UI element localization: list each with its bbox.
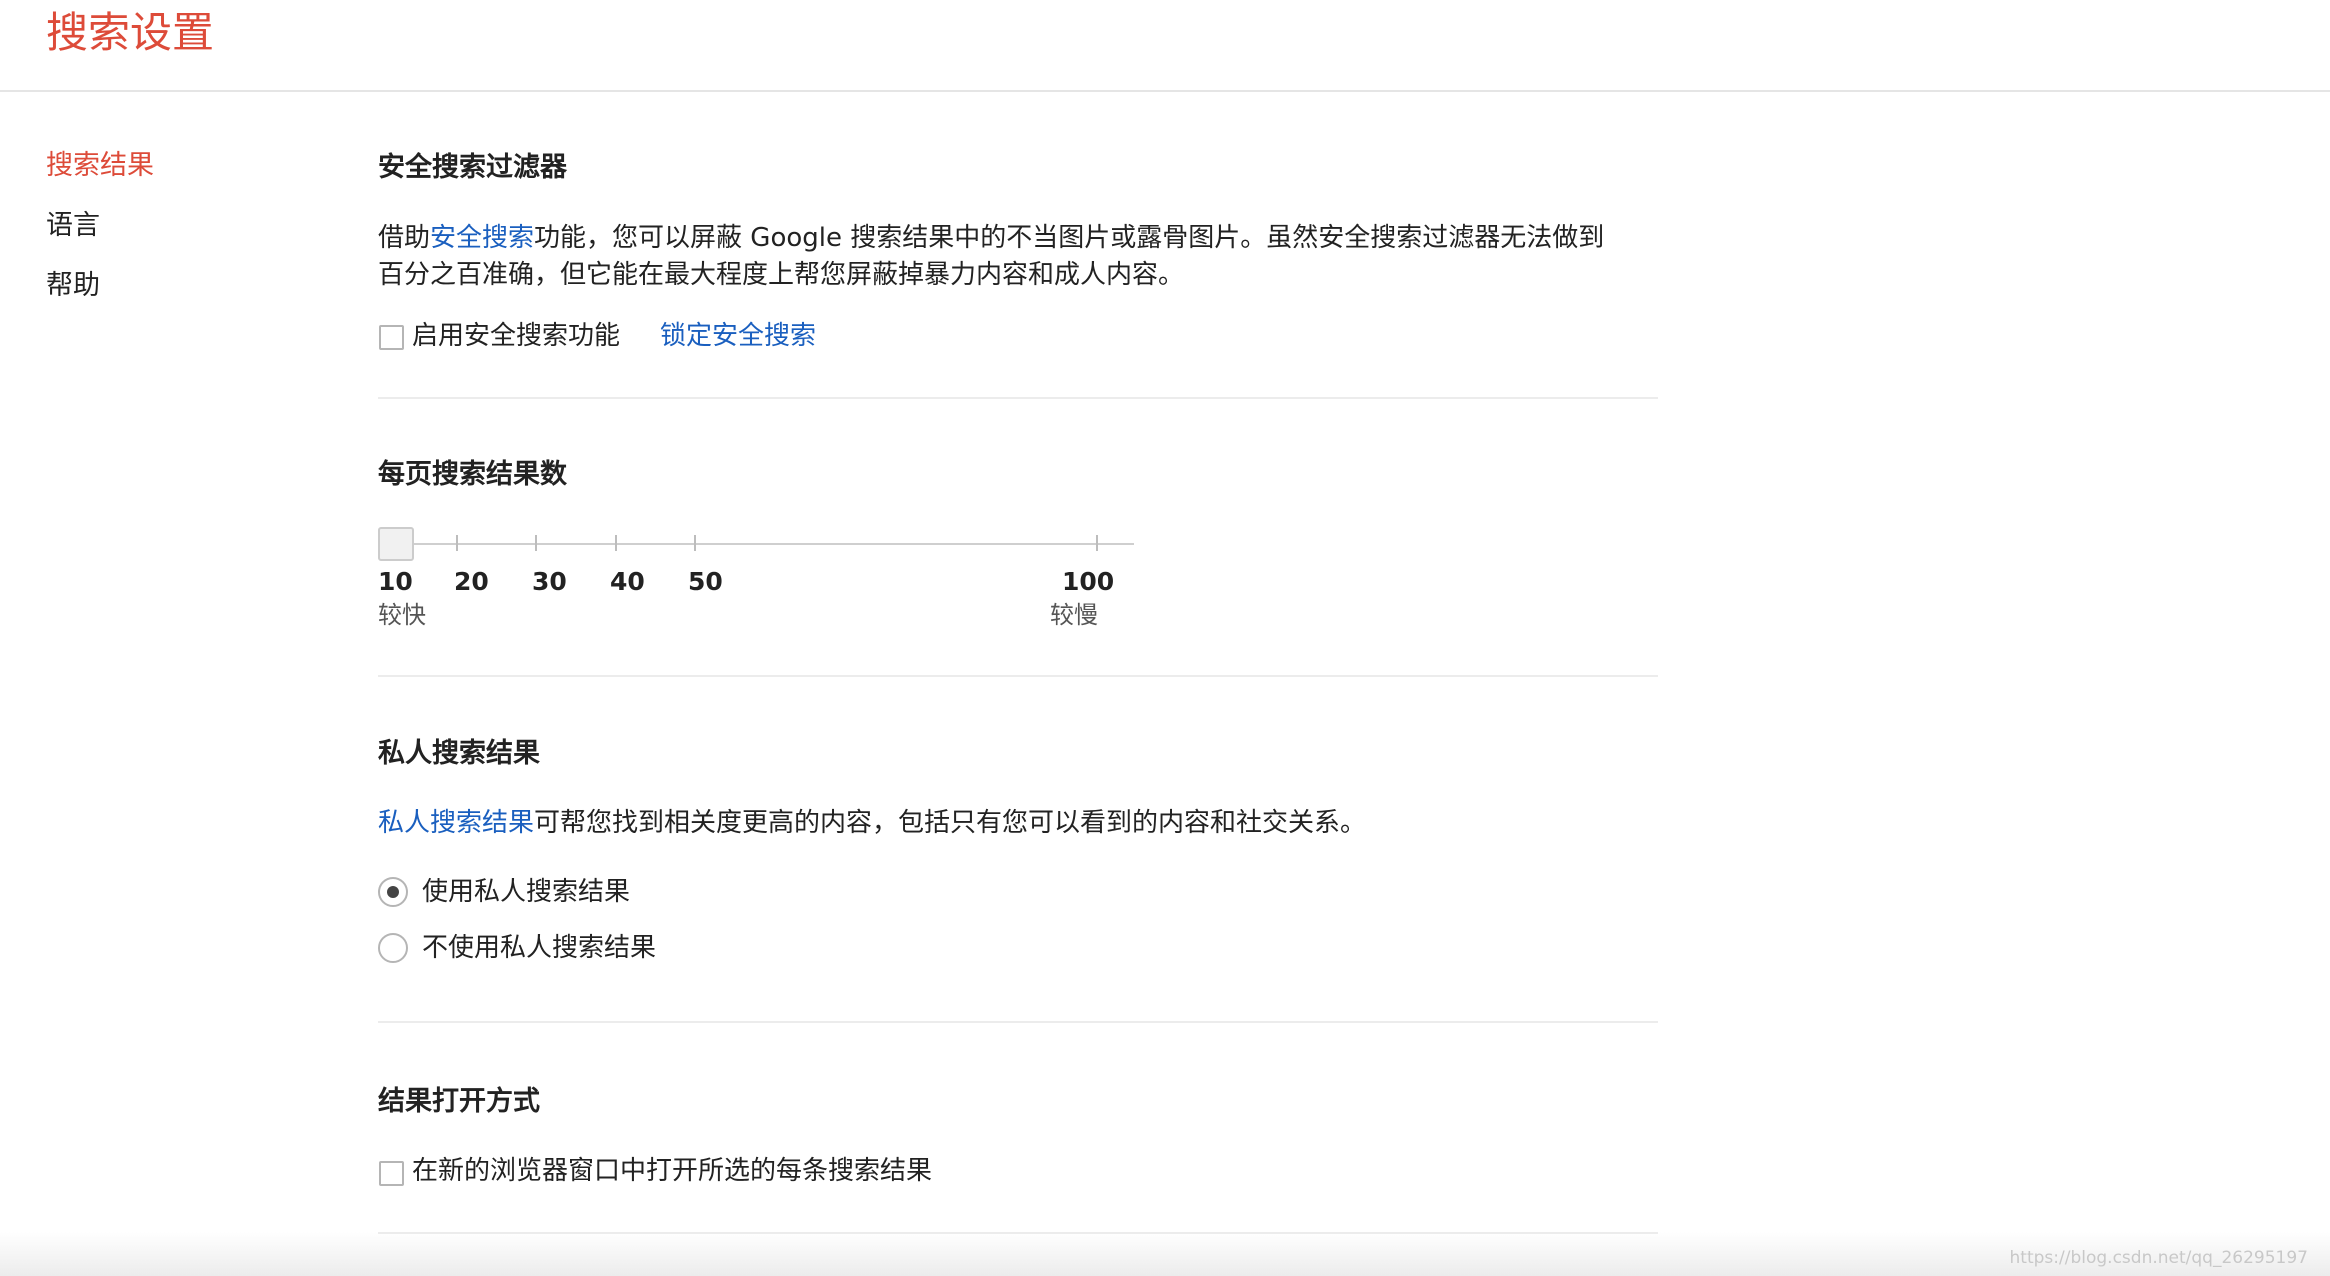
slider-tick	[615, 535, 617, 551]
safesearch-desc-rest: 功能，您可以屏蔽 Google 搜索结果中的不当图片或露骨图片。虽然安全搜索过滤…	[534, 223, 1605, 253]
private-results-title: 私人搜索结果	[378, 738, 540, 769]
bottom-fade	[0, 1232, 2330, 1276]
private-results-description: 私人搜索结果可帮您找到相关度更高的内容，包括只有您可以看到的内容和社交关系。	[378, 805, 1366, 842]
slider-label-30: 30	[532, 567, 567, 596]
section-divider	[378, 397, 1658, 399]
safesearch-description-line1: 借助安全搜索功能，您可以屏蔽 Google 搜索结果中的不当图片或露骨图片。虽然…	[378, 220, 1604, 257]
section-divider	[378, 1021, 1658, 1023]
open-new-window-checkbox[interactable]	[379, 1161, 404, 1186]
slider-tick	[694, 535, 696, 551]
slider-label-100: 100	[1062, 567, 1115, 596]
no-private-results-radio[interactable]	[378, 933, 408, 963]
slider-tick	[1096, 535, 1098, 551]
slider-tick	[456, 535, 458, 551]
section-divider	[378, 675, 1658, 677]
private-results-desc-rest: 可帮您找到相关度更高的内容，包括只有您可以看到的内容和社交关系。	[534, 808, 1367, 838]
slider-tick	[535, 535, 537, 551]
page-title: 搜索设置	[46, 8, 215, 57]
sidebar-item-language[interactable]: 语言	[46, 206, 154, 266]
safesearch-learn-link[interactable]: 安全搜索	[430, 223, 534, 253]
use-private-results-label[interactable]: 使用私人搜索结果	[422, 874, 630, 911]
sidebar: 搜索结果 语言 帮助	[46, 146, 154, 326]
page-header: 搜索设置	[0, 0, 2330, 92]
sidebar-item-help[interactable]: 帮助	[46, 266, 154, 326]
open-new-window-label[interactable]: 在新的浏览器窗口中打开所选的每条搜索结果	[412, 1153, 932, 1190]
slider-hint-fast: 较快	[378, 601, 426, 629]
safesearch-title: 安全搜索过滤器	[378, 152, 567, 183]
watermark: https://blog.csdn.net/qq_26295197	[2009, 1248, 2308, 1268]
safesearch-description-line2: 百分之百准确，但它能在最大程度上帮您屏蔽掉暴力内容和成人内容。	[378, 260, 1185, 290]
results-per-page-title: 每页搜索结果数	[378, 459, 567, 490]
open-results-title: 结果打开方式	[378, 1086, 540, 1117]
slider-label-50: 50	[688, 567, 723, 596]
results-slider-handle[interactable]	[378, 527, 414, 561]
no-private-results-label[interactable]: 不使用私人搜索结果	[422, 930, 656, 967]
safesearch-checkbox[interactable]	[379, 325, 404, 350]
safesearch-desc-prefix: 借助	[378, 223, 431, 253]
sidebar-item-search-results[interactable]: 搜索结果	[46, 146, 154, 206]
slider-label-10: 10	[378, 567, 413, 596]
safesearch-checkbox-label[interactable]: 启用安全搜索功能	[412, 318, 620, 355]
slider-label-40: 40	[610, 567, 645, 596]
lock-safesearch-link[interactable]: 锁定安全搜索	[660, 318, 816, 355]
private-results-link[interactable]: 私人搜索结果	[378, 808, 534, 838]
slider-hint-slow: 较慢	[1050, 601, 1098, 629]
use-private-results-radio[interactable]	[378, 877, 408, 907]
slider-label-20: 20	[454, 567, 489, 596]
results-slider-track[interactable]	[414, 543, 1134, 545]
